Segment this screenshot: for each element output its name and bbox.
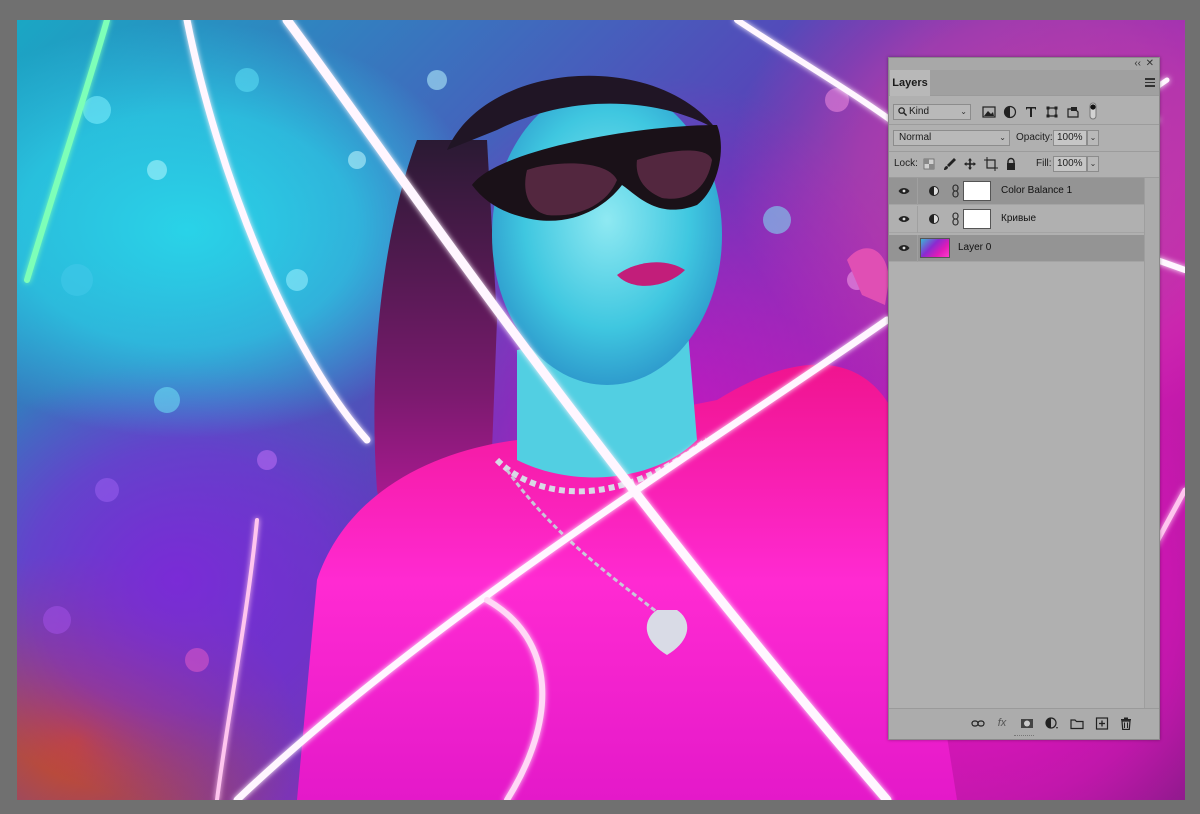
fill-input[interactable]: 100% bbox=[1053, 156, 1087, 172]
layers-list: Color Balance 1 Кривые Layer 0 bbox=[889, 178, 1145, 709]
lock-artboard-icon[interactable] bbox=[984, 157, 998, 171]
new-adjustment-icon[interactable] bbox=[1045, 717, 1059, 730]
blend-mode-dropdown[interactable]: Normal ⌄ bbox=[893, 130, 1010, 146]
layer-thumbnail[interactable] bbox=[920, 238, 950, 258]
color-balance-adjustment-icon[interactable] bbox=[929, 186, 939, 196]
visibility-toggle[interactable] bbox=[889, 235, 918, 262]
link-layers-icon[interactable] bbox=[971, 717, 985, 730]
layer-name[interactable]: Кривые bbox=[1001, 212, 1036, 226]
panel-titlebar[interactable]: ‹‹ ✕ bbox=[889, 58, 1159, 70]
panel-tabbar: Layers bbox=[889, 70, 1159, 96]
collapse-panel-icon[interactable]: ‹‹ bbox=[1134, 58, 1141, 70]
search-icon bbox=[898, 107, 907, 116]
lock-image-icon[interactable] bbox=[943, 157, 957, 171]
shape-filter-icon[interactable] bbox=[1045, 105, 1059, 119]
layer-row-color-balance[interactable]: Color Balance 1 bbox=[889, 178, 1145, 205]
link-chain-icon[interactable] bbox=[952, 184, 959, 198]
divider bbox=[889, 124, 1159, 125]
layer-row-curves[interactable]: Кривые bbox=[889, 206, 1145, 233]
blend-mode-value: Normal bbox=[899, 132, 932, 143]
layers-bottom-bar: fx bbox=[889, 708, 1159, 739]
chevron-down-icon: ⌄ bbox=[999, 133, 1006, 142]
layer-mask-thumbnail[interactable] bbox=[963, 209, 991, 229]
opacity-label: Opacity: bbox=[1016, 132, 1053, 143]
adjustment-filter-icon[interactable] bbox=[1003, 105, 1017, 119]
new-group-icon[interactable] bbox=[1070, 717, 1084, 730]
image-filter-icon[interactable] bbox=[982, 105, 996, 119]
close-panel-icon[interactable]: ✕ bbox=[1146, 58, 1154, 70]
lock-all-icon[interactable] bbox=[1004, 157, 1018, 171]
lock-position-icon[interactable] bbox=[963, 157, 977, 171]
chevron-down-icon: ⌄ bbox=[960, 107, 967, 116]
resize-grip[interactable] bbox=[1014, 735, 1034, 738]
divider bbox=[889, 151, 1159, 152]
filter-kind-dropdown[interactable]: Kind ⌄ bbox=[893, 104, 971, 120]
layer-mask-thumbnail[interactable] bbox=[963, 181, 991, 201]
link-chain-icon[interactable] bbox=[952, 212, 959, 226]
layer-row-layer-0[interactable]: Layer 0 bbox=[889, 235, 1145, 262]
fill-label: Fill: bbox=[1036, 158, 1052, 169]
new-layer-icon[interactable] bbox=[1095, 717, 1109, 730]
lock-label: Lock: bbox=[894, 158, 918, 169]
layers-scrollbar[interactable] bbox=[1144, 178, 1159, 709]
eye-icon[interactable] bbox=[898, 187, 910, 195]
visibility-toggle[interactable] bbox=[889, 178, 918, 205]
smart-object-filter-icon[interactable] bbox=[1066, 105, 1080, 119]
add-mask-icon[interactable] bbox=[1020, 717, 1034, 730]
opacity-dropdown-icon[interactable]: ⌄ bbox=[1087, 130, 1099, 146]
delete-layer-icon[interactable] bbox=[1119, 717, 1133, 730]
lock-row: Lock: Fill: 100% ⌄ bbox=[889, 153, 1159, 177]
curves-adjustment-icon[interactable] bbox=[929, 214, 939, 224]
type-filter-icon[interactable] bbox=[1024, 105, 1038, 119]
layer-name[interactable]: Color Balance 1 bbox=[1001, 184, 1072, 198]
eye-icon[interactable] bbox=[898, 244, 910, 252]
fill-dropdown-icon[interactable]: ⌄ bbox=[1087, 156, 1099, 172]
tab-layers[interactable]: Layers bbox=[890, 70, 930, 96]
panel-menu-icon[interactable] bbox=[1145, 78, 1155, 87]
visibility-toggle[interactable] bbox=[889, 206, 918, 233]
fx-icon[interactable]: fx bbox=[995, 717, 1009, 730]
layers-panel: ‹‹ ✕ Layers Kind ⌄ Normal ⌄ Opacity: 100… bbox=[888, 57, 1160, 740]
layer-name[interactable]: Layer 0 bbox=[958, 241, 991, 255]
lock-transparent-icon[interactable] bbox=[923, 158, 935, 170]
blend-row: Normal ⌄ Opacity: 100% ⌄ bbox=[889, 126, 1159, 150]
opacity-input[interactable]: 100% bbox=[1053, 130, 1087, 146]
eye-icon[interactable] bbox=[898, 215, 910, 223]
filter-toggle-icon[interactable] bbox=[1089, 102, 1097, 120]
filter-row: Kind ⌄ bbox=[889, 96, 1159, 122]
